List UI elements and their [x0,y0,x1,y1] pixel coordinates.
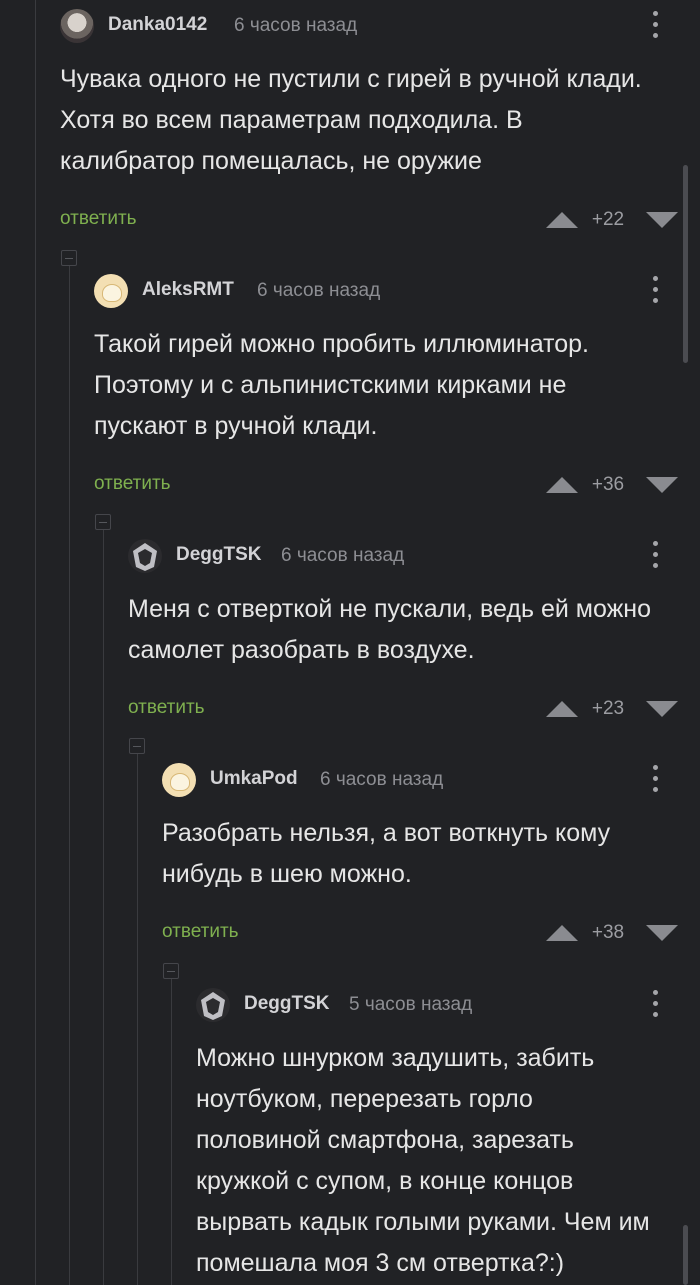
collapse-toggle[interactable] [95,514,111,530]
vote-up-icon[interactable] [546,212,578,228]
comment-text: Можно шнурком задушить, забить ноутбуком… [196,1044,650,1277]
comment: UmkaPod 6 часов назад Разобрать нельзя, … [162,760,700,953]
comment-time: 6 часов назад [281,545,405,566]
thread-line [35,0,36,1285]
comment-time: 6 часов назад [320,769,444,790]
vote-up-icon[interactable] [546,477,578,493]
comment-time: 5 часов назад [349,994,473,1015]
comment-header: AleksRMT 6 часов назад [94,271,700,311]
comment: DeggTSK 6 часов назад Меня с отверткой н… [128,536,700,729]
reply-link[interactable]: ответить [128,697,205,719]
vote-up-icon[interactable] [546,701,578,717]
thread-line [69,266,70,1285]
comment: DeggTSK 5 часов назад Можно шнурком заду… [196,985,700,1284]
comment-header: UmkaPod 6 часов назад [162,760,700,800]
comment-author[interactable]: DeggTSK [244,993,330,1015]
reply-link[interactable]: ответить [60,208,137,230]
comment-text: Разобрать нельзя, а вот воткнуть кому ни… [162,819,611,888]
comment-text: Такой гирей можно пробить иллюминатор. П… [94,330,589,440]
comment: Danka0142 6 часов назад Чувака одного не… [60,6,700,240]
collapse-toggle[interactable] [61,250,77,266]
vote-up-icon[interactable] [546,925,578,941]
comment-score: +38 [591,922,625,943]
scrollbar[interactable] [683,1225,688,1285]
more-options-icon[interactable] [648,538,662,572]
collapse-toggle[interactable] [163,963,179,979]
comment-header: DeggTSK 6 часов назад [128,536,700,576]
comment-author[interactable]: UmkaPod [210,768,298,790]
comment-time: 6 часов назад [257,280,381,301]
more-options-icon[interactable] [648,273,662,307]
thread-line [171,979,172,1285]
comment-score: +23 [591,698,625,719]
user-avatar-icon[interactable] [128,539,162,573]
comment-text: Чувака одного не пустили с гирей в ручно… [60,65,642,175]
comment-header: Danka0142 6 часов назад [60,6,700,46]
vote-down-icon[interactable] [646,925,678,941]
comment-footer: ответить +38 [162,913,700,953]
comments-thread: Danka0142 6 часов назад Чувака одного не… [0,0,700,1285]
reply-link[interactable]: ответить [94,473,171,495]
comment-text: Меня с отверткой не пускали, ведь ей мож… [128,595,652,664]
vote-down-icon[interactable] [646,477,678,493]
comment-footer: ответить +23 [128,689,700,729]
user-avatar-icon[interactable] [60,9,94,43]
comment-time: 6 часов назад [234,15,358,36]
reply-link[interactable]: ответить [162,921,239,943]
thread-line [137,754,138,1285]
comment-score: +22 [591,209,625,230]
comment-score: +36 [591,474,625,495]
user-avatar-icon[interactable] [94,274,128,308]
user-avatar-icon[interactable] [162,763,196,797]
comment-footer: ответить +36 [94,465,700,505]
comment-author[interactable]: Danka0142 [108,14,207,36]
comment-header: DeggTSK 5 часов назад [196,985,700,1025]
more-options-icon[interactable] [648,8,662,42]
scrollbar[interactable] [683,165,688,363]
vote-down-icon[interactable] [646,212,678,228]
vote-down-icon[interactable] [646,701,678,717]
collapse-toggle[interactable] [129,738,145,754]
thread-line [103,530,104,1285]
comment-footer: ответить +22 [60,200,700,240]
more-options-icon[interactable] [648,762,662,796]
comment-author[interactable]: DeggTSK [176,544,262,566]
user-avatar-icon[interactable] [196,988,230,1022]
more-options-icon[interactable] [648,987,662,1021]
comment: AleksRMT 6 часов назад Такой гирей можно… [94,271,700,505]
comment-author[interactable]: AleksRMT [142,279,234,301]
